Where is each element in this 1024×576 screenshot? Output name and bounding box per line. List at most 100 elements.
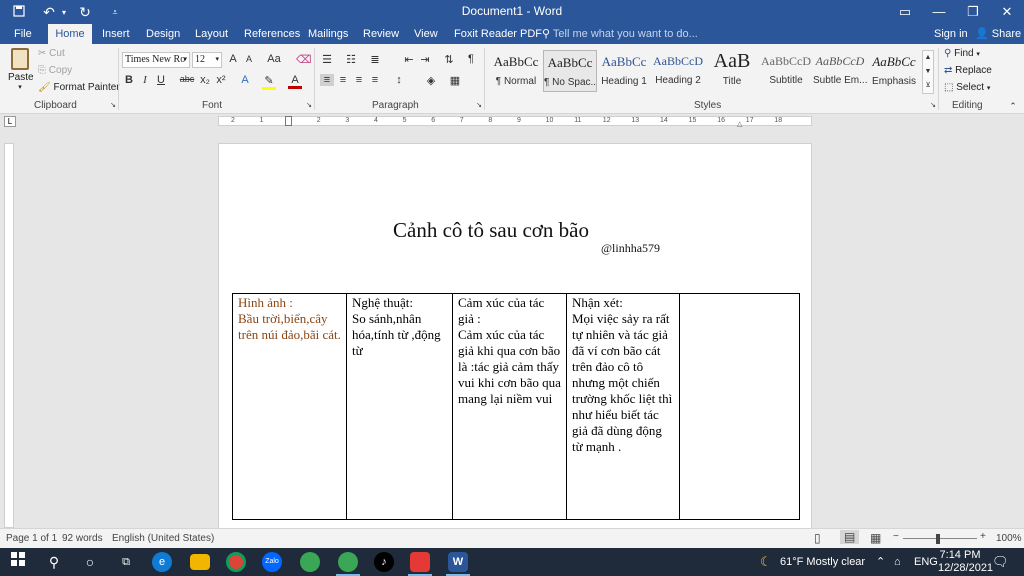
weather-icon[interactable]: ☾ (760, 548, 772, 576)
cortana-icon[interactable]: ○ (80, 552, 100, 572)
select-button[interactable]: ⬚ Select ▾ (944, 82, 990, 93)
document-page[interactable]: Cảnh cô tô sau cơn bão @linhha579 Hình ả… (218, 143, 812, 533)
style-emphasis[interactable]: AaBbCc Emphasis (867, 50, 921, 92)
right-indent-marker[interactable]: △ (737, 120, 742, 128)
text-effects-icon[interactable]: A (238, 74, 252, 86)
copy-button[interactable]: ⎘ Copy (38, 65, 72, 76)
chevron-up-icon[interactable]: ⌃ (876, 548, 885, 576)
share-button[interactable]: 👤 Share (975, 24, 1021, 44)
decrease-indent-icon[interactable]: ⇤ (402, 53, 416, 66)
format-painter-button[interactable]: 🖌 Format Painter (38, 82, 120, 93)
shrink-font-icon[interactable]: A (242, 54, 256, 64)
grow-font-icon[interactable]: A (226, 53, 240, 65)
zoom-level[interactable]: 100% (996, 533, 1022, 544)
tab-insert[interactable]: Insert (96, 24, 136, 44)
indent-marker[interactable] (285, 116, 292, 126)
style-heading-1[interactable]: AaBbCc Heading 1 (597, 50, 651, 92)
italic-button[interactable]: I (138, 74, 152, 86)
tiktok-icon[interactable]: ♪ (374, 552, 394, 572)
read-mode-icon[interactable]: ▯ (814, 531, 821, 545)
tab-file[interactable]: File (8, 24, 38, 44)
table-cell[interactable]: Cảm xúc của tác giả : Cảm xúc của tác gi… (452, 293, 567, 520)
language-indicator[interactable]: English (United States) (112, 533, 214, 544)
tab-mailings[interactable]: Mailings (302, 24, 354, 44)
minimize-button[interactable]: — (922, 0, 956, 24)
strikethrough-button[interactable]: abc (178, 74, 196, 84)
word-icon[interactable]: W (448, 552, 468, 572)
vertical-ruler[interactable] (4, 143, 14, 528)
table-cell[interactable]: Nhận xét: Mọi việc sảy ra rất tự nhiên v… (566, 293, 680, 520)
zalo-icon[interactable]: Zalo (262, 552, 282, 572)
bullets-icon[interactable]: ☰ (320, 53, 334, 66)
customize-icon[interactable]: ⩡ (104, 7, 126, 18)
zoom-slider[interactable] (903, 538, 977, 539)
font-color-icon[interactable]: A (288, 74, 302, 89)
task-view-icon[interactable]: ⧉ (116, 552, 136, 572)
app-icon[interactable] (410, 552, 430, 572)
zoom-slider-thumb[interactable] (936, 534, 940, 544)
tab-design[interactable]: Design (140, 24, 186, 44)
styles-scroll[interactable]: ▲ ▼ ⊻ (922, 50, 934, 94)
change-case-icon[interactable]: Aa (264, 53, 284, 65)
replace-button[interactable]: ⇄ Replace (944, 65, 992, 76)
align-center-icon[interactable]: ≡ (336, 74, 350, 86)
clear-formatting-icon[interactable]: ⌫ (296, 53, 312, 66)
increase-indent-icon[interactable]: ⇥ (418, 53, 432, 66)
search-icon[interactable]: ⚲ (44, 552, 64, 572)
tab-references[interactable]: References (238, 24, 306, 44)
style-title[interactable]: AaB Title (705, 50, 759, 92)
style-subtle-emphasis[interactable]: AaBbCcD Subtle Em... (813, 50, 867, 92)
tab-selector[interactable]: L (4, 116, 16, 127)
app-icon[interactable] (300, 552, 320, 572)
ribbon-display-options-button[interactable]: ▭ (888, 0, 922, 24)
edge-icon[interactable]: e (152, 552, 172, 572)
page-count[interactable]: Page 1 of 1 (6, 533, 57, 544)
clock[interactable]: 7:14 PM 12/28/2021 (938, 549, 993, 575)
align-right-icon[interactable]: ≡ (352, 74, 366, 86)
paste-button[interactable]: Paste ▾ (8, 48, 34, 91)
document-author[interactable]: @linhha579 (601, 241, 660, 256)
tell-me-box[interactable]: ⚲ Tell me what you want to do... (542, 24, 698, 44)
zoom-in-button[interactable]: + (980, 531, 986, 542)
style-normal[interactable]: AaBbCc ¶ Normal (489, 50, 543, 92)
find-button[interactable]: ⚲ Find ▾ (944, 48, 980, 59)
table-cell[interactable]: Nghệ thuật: So sánh,nhân hóa,tính từ ,độ… (346, 293, 453, 520)
tab-view[interactable]: View (408, 24, 444, 44)
subscript-button[interactable]: x₂ (198, 74, 212, 86)
print-layout-icon[interactable]: ▤ (840, 530, 860, 544)
document-title[interactable]: Cảnh cô tô sau cơn bão (219, 218, 763, 243)
superscript-button[interactable]: x² (214, 74, 228, 86)
line-spacing-icon[interactable]: ↕ (392, 74, 406, 86)
table-cell[interactable] (679, 293, 800, 520)
notifications-icon[interactable]: 🗨 (992, 548, 1009, 576)
sign-in-link[interactable]: Sign in (934, 24, 968, 44)
underline-button[interactable]: U (154, 74, 168, 86)
app-icon[interactable] (338, 552, 358, 572)
web-layout-icon[interactable]: ▦ (870, 531, 881, 545)
highlight-icon[interactable]: ✎ (262, 74, 276, 90)
close-button[interactable]: ✕ (990, 0, 1024, 24)
horizontal-ruler[interactable]: 21123456789101112131415161718 △ (218, 116, 812, 128)
chevron-down-icon[interactable]: ▾ (60, 8, 68, 17)
tab-home[interactable]: Home (48, 24, 92, 44)
style-subtitle[interactable]: AaBbCcD Subtitle (759, 50, 813, 92)
bold-button[interactable]: B (122, 74, 136, 86)
windows-icon[interactable] (8, 552, 28, 572)
weather-text[interactable]: 61°F Mostly clear (780, 548, 865, 576)
sort-icon[interactable]: ⇅ (442, 53, 456, 66)
restore-button[interactable]: ❐ (956, 0, 990, 24)
numbering-icon[interactable]: ☷ (344, 53, 358, 66)
tab-layout[interactable]: Layout (189, 24, 234, 44)
chrome-icon[interactable] (226, 552, 246, 572)
zoom-out-button[interactable]: − (893, 531, 899, 542)
style-heading-2[interactable]: AaBbCcD Heading 2 (651, 50, 705, 92)
redo-icon[interactable]: ↻ (74, 4, 96, 21)
justify-icon[interactable]: ≡ (368, 74, 382, 86)
borders-icon[interactable]: ▦ (448, 74, 462, 87)
document-table[interactable]: Hình ảnh : Bầu trời,biển,cây trên núi đả… (232, 293, 800, 520)
word-count[interactable]: 92 words (62, 533, 103, 544)
collapse-ribbon-icon[interactable]: ⌃ (1006, 101, 1020, 112)
show-formatting-icon[interactable]: ¶ (464, 53, 478, 65)
multilevel-list-icon[interactable]: ≣ (368, 53, 382, 66)
language-indicator[interactable]: ENG (914, 548, 938, 576)
